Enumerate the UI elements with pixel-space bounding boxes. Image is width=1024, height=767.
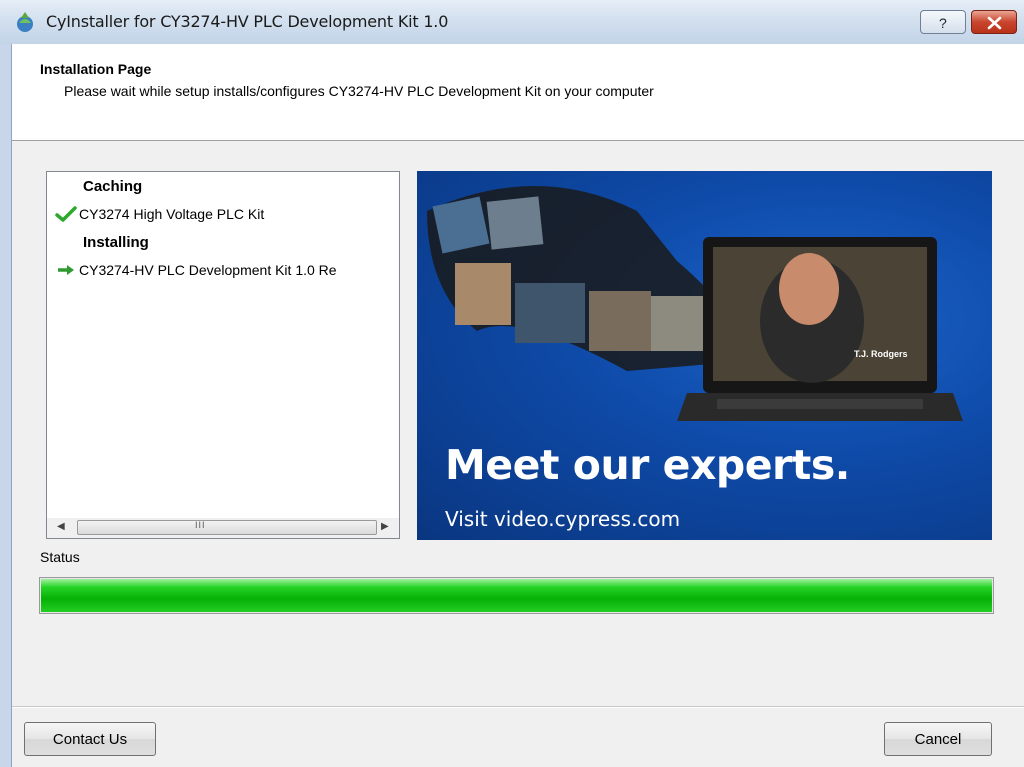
help-button[interactable]: ? <box>920 10 966 34</box>
status-label: Status <box>40 549 80 565</box>
cancel-button[interactable]: Cancel <box>884 722 992 756</box>
contact-us-button[interactable]: Contact Us <box>24 722 156 756</box>
tree-group-installing: Installing <box>83 234 149 251</box>
installer-icon <box>17 12 33 32</box>
install-steps-tree[interactable]: Caching CY3274 High Voltage PLC Kit Inst… <box>46 171 400 539</box>
window-title: CyInstaller for CY3274-HV PLC Developmen… <box>46 12 449 31</box>
page-title: Installation Page <box>40 61 152 77</box>
close-icon <box>987 16 1002 30</box>
scroll-grip: III <box>195 520 206 530</box>
banner-headline: Meet our experts. <box>445 441 850 489</box>
progress-fill <box>41 579 992 612</box>
tree-group-caching: Caching <box>83 178 143 195</box>
promo-banner: T.J. Rodgers Meet our experts. Visit vid… <box>417 171 992 540</box>
arrow-right-icon <box>58 265 74 275</box>
scrollbar-thumb[interactable] <box>77 520 377 535</box>
tree-item-label: CY3274-HV PLC Development Kit 1.0 Re <box>79 262 337 278</box>
banner-link[interactable]: Visit video.cypress.com <box>445 507 680 531</box>
tree-item-cached-kit[interactable]: CY3274 High Voltage PLC Kit <box>55 206 264 222</box>
tree-item-installing-kit[interactable]: CY3274-HV PLC Development Kit 1.0 Re <box>55 262 337 278</box>
close-button[interactable] <box>971 10 1017 34</box>
scroll-right-icon[interactable]: ▶ <box>381 521 389 532</box>
page-subtitle: Please wait while setup installs/configu… <box>64 83 654 99</box>
scroll-left-icon[interactable]: ◀ <box>57 521 65 532</box>
speaker-caption: T.J. Rodgers <box>854 349 908 359</box>
svg-text:?: ? <box>939 15 947 31</box>
install-progress-bar <box>39 577 994 614</box>
horizontal-scrollbar[interactable]: ◀ III ▶ <box>47 518 399 538</box>
title-bar: CyInstaller for CY3274-HV PLC Developmen… <box>0 0 1024 45</box>
check-icon <box>55 206 77 222</box>
help-icon: ? <box>939 15 947 31</box>
tree-item-label: CY3274 High Voltage PLC Kit <box>79 206 265 222</box>
page-header: Installation Page Please wait while setu… <box>12 44 1024 141</box>
